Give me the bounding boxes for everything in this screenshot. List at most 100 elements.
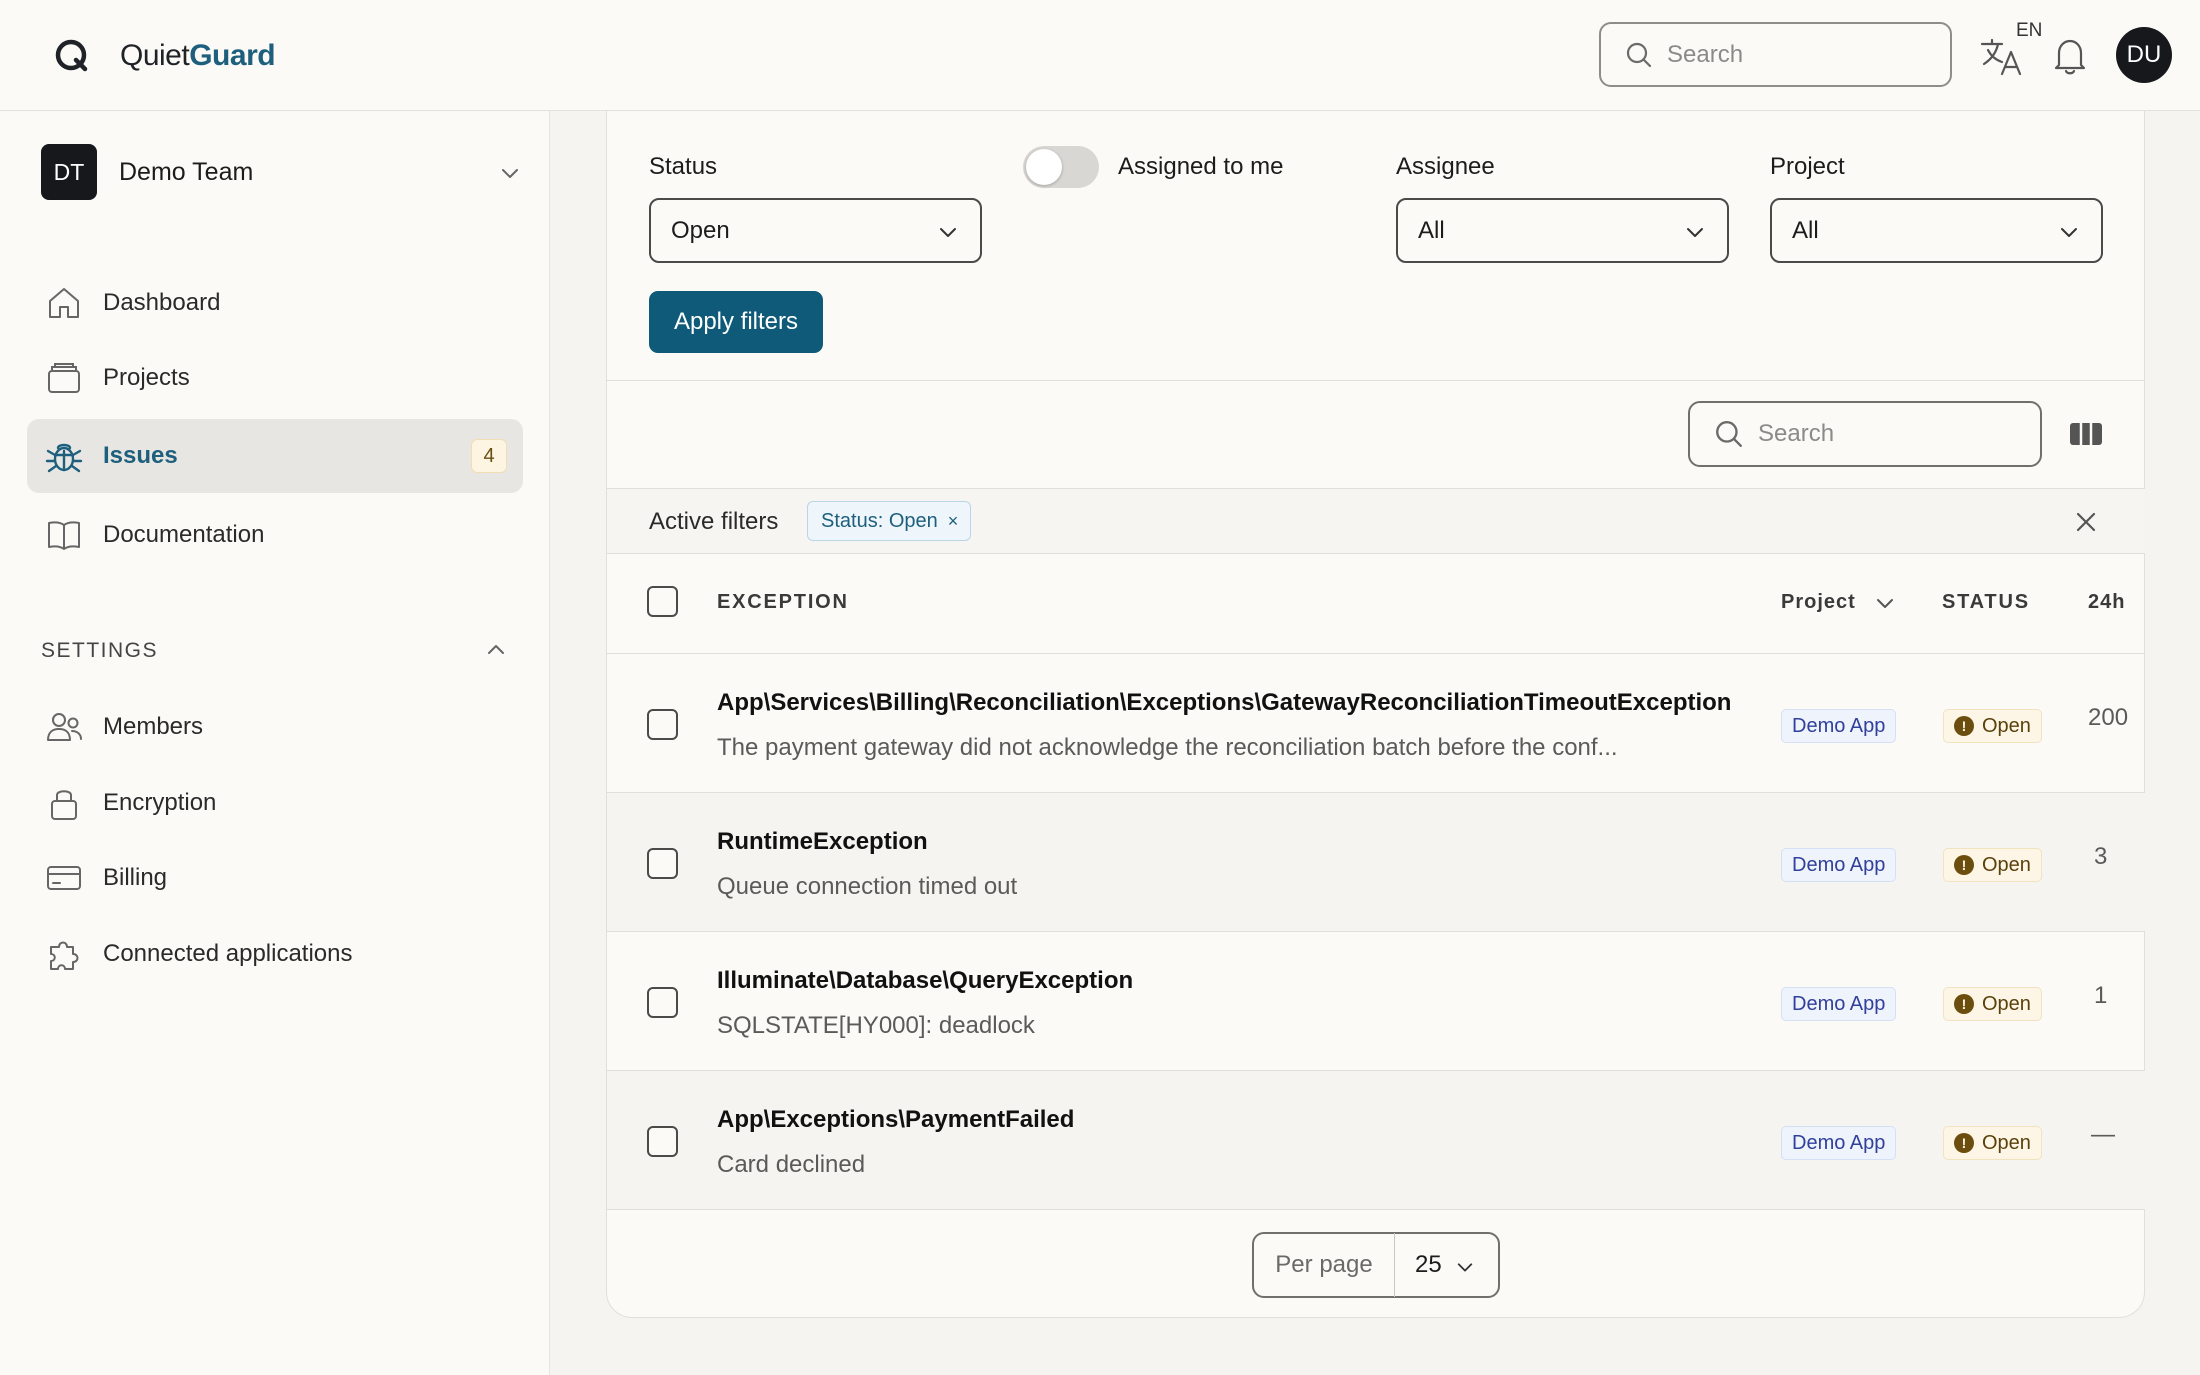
assignee-filter-select[interactable]: All bbox=[1396, 198, 1729, 263]
assignee-filter-label: Assignee bbox=[1396, 153, 1495, 180]
per-page-label: Per page bbox=[1254, 1233, 1395, 1297]
status-filter-label: Status bbox=[649, 153, 718, 180]
project-filter-select[interactable]: All bbox=[1770, 198, 2103, 263]
exception-message: Card declined bbox=[717, 1151, 866, 1178]
sidebar-item-members[interactable]: Members bbox=[27, 690, 523, 764]
row-checkbox[interactable] bbox=[647, 987, 678, 1018]
credit-card-icon bbox=[47, 866, 81, 890]
projects-icon bbox=[48, 363, 80, 393]
sidebar-item-billing[interactable]: Billing bbox=[27, 841, 523, 915]
assigned-to-me-toggle[interactable] bbox=[1023, 146, 1099, 188]
assignee-filter-value: All bbox=[1418, 216, 1445, 244]
chevron-down-icon bbox=[1877, 599, 1893, 608]
team-avatar: DT bbox=[41, 144, 97, 200]
apply-filters-button[interactable]: Apply filters bbox=[649, 291, 823, 353]
warning-icon: ! bbox=[1954, 716, 1974, 736]
chevron-up-icon bbox=[488, 645, 504, 654]
table-search-input[interactable] bbox=[1758, 420, 1998, 448]
status-filter-select[interactable]: Open bbox=[649, 198, 982, 263]
active-filters-label: Active filters bbox=[649, 508, 779, 535]
chip-remove-button[interactable]: × bbox=[948, 511, 959, 532]
count-24h: 200 bbox=[2088, 704, 2129, 731]
chevron-down-icon bbox=[502, 169, 518, 178]
column-header-24h[interactable]: 24h bbox=[2088, 591, 2125, 614]
chevron-down-icon bbox=[2061, 228, 2077, 237]
warning-icon: ! bbox=[1954, 1133, 1974, 1153]
global-search[interactable] bbox=[1599, 22, 1952, 87]
project-badge: Demo App bbox=[1781, 987, 1897, 1021]
sidebar-item-connected-applications[interactable]: Connected applications bbox=[27, 917, 523, 991]
bell-icon[interactable] bbox=[2052, 36, 2088, 76]
issues-card: Status Open Assigned to me Assignee All … bbox=[606, 111, 2145, 1318]
status-badge: ! Open bbox=[1943, 848, 2042, 882]
sidebar-item-documentation[interactable]: Documentation bbox=[27, 498, 523, 572]
bug-icon bbox=[45, 443, 83, 473]
team-switcher[interactable]: DT Demo Team bbox=[41, 144, 521, 200]
sidebar-item-label: Members bbox=[103, 713, 204, 740]
sidebar-item-label: Dashboard bbox=[103, 289, 221, 316]
sidebar: DT Demo Team Dashboard Projects Issues 4… bbox=[0, 111, 550, 1375]
table-row[interactable]: App\Services\Billing\Reconciliation\Exce… bbox=[607, 654, 2145, 792]
warning-icon: ! bbox=[1954, 855, 1974, 875]
sidebar-item-encryption[interactable]: Encryption bbox=[27, 766, 523, 840]
logo-icon bbox=[55, 39, 88, 72]
project-badge: Demo App bbox=[1781, 848, 1897, 882]
per-page-select[interactable]: Per page 25 bbox=[1252, 1232, 1500, 1298]
home-icon bbox=[49, 288, 79, 318]
search-icon bbox=[1626, 42, 1652, 67]
user-avatar[interactable]: DU bbox=[2116, 27, 2172, 83]
table-row[interactable]: RuntimeException Queue connection timed … bbox=[607, 793, 2145, 931]
exception-title[interactable]: App\Exceptions\PaymentFailed bbox=[717, 1106, 1074, 1134]
lock-icon bbox=[51, 790, 77, 820]
sidebar-item-label: Billing bbox=[103, 864, 168, 891]
project-filter-label: Project bbox=[1770, 153, 1845, 180]
exception-title[interactable]: RuntimeException bbox=[717, 828, 928, 856]
row-checkbox[interactable] bbox=[647, 848, 678, 879]
table-row[interactable]: Illuminate\Database\QueryException SQLST… bbox=[607, 932, 2145, 1070]
column-header-project[interactable]: Project bbox=[1781, 591, 1856, 614]
global-search-input[interactable] bbox=[1667, 40, 1907, 69]
close-icon[interactable] bbox=[2075, 511, 2097, 533]
sidebar-item-label: Issues bbox=[103, 442, 178, 469]
status-badge: ! Open bbox=[1943, 709, 2042, 743]
column-header-exception[interactable]: EXCEPTION bbox=[717, 591, 849, 614]
table-row[interactable]: App\Exceptions\PaymentFailed Card declin… bbox=[607, 1071, 2145, 1209]
exception-title[interactable]: App\Services\Billing\Reconciliation\Exce… bbox=[717, 689, 1731, 717]
warning-icon: ! bbox=[1954, 994, 1974, 1014]
columns-icon[interactable] bbox=[2069, 420, 2103, 448]
exception-title[interactable]: Illuminate\Database\QueryException bbox=[717, 967, 1133, 995]
chevron-down-icon bbox=[1457, 1263, 1473, 1272]
sidebar-item-issues[interactable]: Issues 4 bbox=[27, 419, 523, 493]
sidebar-item-projects[interactable]: Projects bbox=[27, 341, 523, 415]
sidebar-item-label: Documentation bbox=[103, 521, 265, 548]
sidebar-item-dashboard[interactable]: Dashboard bbox=[27, 266, 523, 340]
per-page-value: 25 bbox=[1415, 1251, 1442, 1278]
chip-label: Status: Open bbox=[821, 509, 938, 532]
column-header-status[interactable]: STATUS bbox=[1942, 591, 2030, 614]
table-header: EXCEPTION Project STATUS 24h bbox=[607, 553, 2145, 653]
row-checkbox[interactable] bbox=[647, 709, 678, 740]
count-24h: — bbox=[2091, 1121, 2115, 1148]
row-checkbox[interactable] bbox=[647, 1126, 678, 1157]
select-all-checkbox[interactable] bbox=[647, 586, 678, 617]
exception-message: The payment gateway did not acknowledge … bbox=[717, 734, 1618, 761]
search-icon bbox=[1716, 421, 1742, 447]
status-badge: ! Open bbox=[1943, 987, 2042, 1021]
settings-section-toggle[interactable]: SETTINGS bbox=[41, 639, 507, 663]
divider bbox=[607, 1209, 2145, 1210]
exception-message: Queue connection timed out bbox=[717, 873, 1018, 900]
table-search[interactable] bbox=[1688, 401, 2042, 467]
active-filters-bar: Active filters Status: Open × bbox=[607, 489, 2145, 553]
app-name: QuietGuard bbox=[120, 39, 276, 72]
issues-count-badge: 4 bbox=[471, 439, 507, 473]
team-name: Demo Team bbox=[119, 157, 254, 186]
count-24h: 3 bbox=[2094, 843, 2108, 870]
project-badge: Demo App bbox=[1781, 1126, 1897, 1160]
members-icon bbox=[47, 713, 82, 741]
divider bbox=[607, 380, 2145, 381]
sidebar-item-label: Connected applications bbox=[103, 940, 353, 967]
project-filter-value: All bbox=[1792, 216, 1819, 244]
active-filter-chip-status: Status: Open × bbox=[807, 501, 972, 541]
assigned-to-me-label: Assigned to me bbox=[1118, 153, 1284, 180]
app-logo[interactable]: QuietGuard bbox=[52, 36, 276, 76]
